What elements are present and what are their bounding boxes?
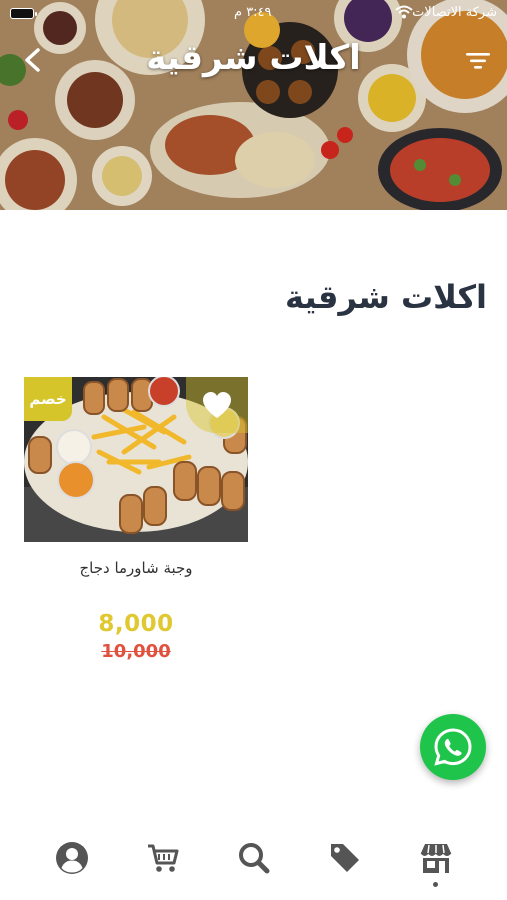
active-tab-indicator bbox=[433, 882, 438, 887]
discount-badge: خصم bbox=[24, 377, 72, 421]
profile-icon bbox=[56, 842, 88, 874]
nav-search[interactable] bbox=[234, 838, 274, 878]
whatsapp-button[interactable] bbox=[420, 714, 486, 780]
product-card[interactable]: خصم وجبة شاورما دجاج 8,000 10,000 bbox=[24, 377, 248, 667]
nav-store[interactable] bbox=[416, 838, 456, 878]
product-old-price: 10,000 bbox=[101, 641, 171, 662]
product-image[interactable]: خصم bbox=[24, 377, 248, 542]
wifi-icon bbox=[395, 5, 413, 19]
nav-profile[interactable] bbox=[52, 838, 92, 878]
food-banner-image bbox=[0, 0, 507, 210]
whatsapp-icon bbox=[434, 728, 472, 766]
header-title: اكلات شرقية bbox=[146, 38, 361, 78]
product-name: وجبة شاورما دجاج bbox=[79, 559, 193, 577]
status-bar: ٣:٤٩ م شركة الاتصالات bbox=[0, 0, 507, 28]
filter-button[interactable] bbox=[463, 46, 493, 76]
bottom-navigation bbox=[0, 820, 507, 900]
tag-icon bbox=[331, 844, 359, 872]
cart-icon bbox=[148, 844, 179, 872]
page-title: اكلات شرقية bbox=[285, 278, 487, 316]
heart-icon bbox=[203, 392, 231, 418]
search-icon bbox=[239, 843, 270, 874]
product-price: 8,000 bbox=[98, 611, 174, 637]
battery-icon bbox=[10, 8, 37, 19]
filter-icon bbox=[466, 53, 490, 69]
header-banner: ٣:٤٩ م شركة الاتصالات اكلات شرقية bbox=[0, 0, 507, 210]
nav-cart[interactable] bbox=[143, 838, 183, 878]
nav-offers[interactable] bbox=[325, 838, 365, 878]
status-time: ٣:٤٩ م bbox=[234, 5, 272, 20]
store-icon bbox=[420, 844, 452, 873]
favorite-button[interactable] bbox=[186, 377, 248, 433]
carrier-name: شركة الاتصالات bbox=[412, 5, 497, 20]
